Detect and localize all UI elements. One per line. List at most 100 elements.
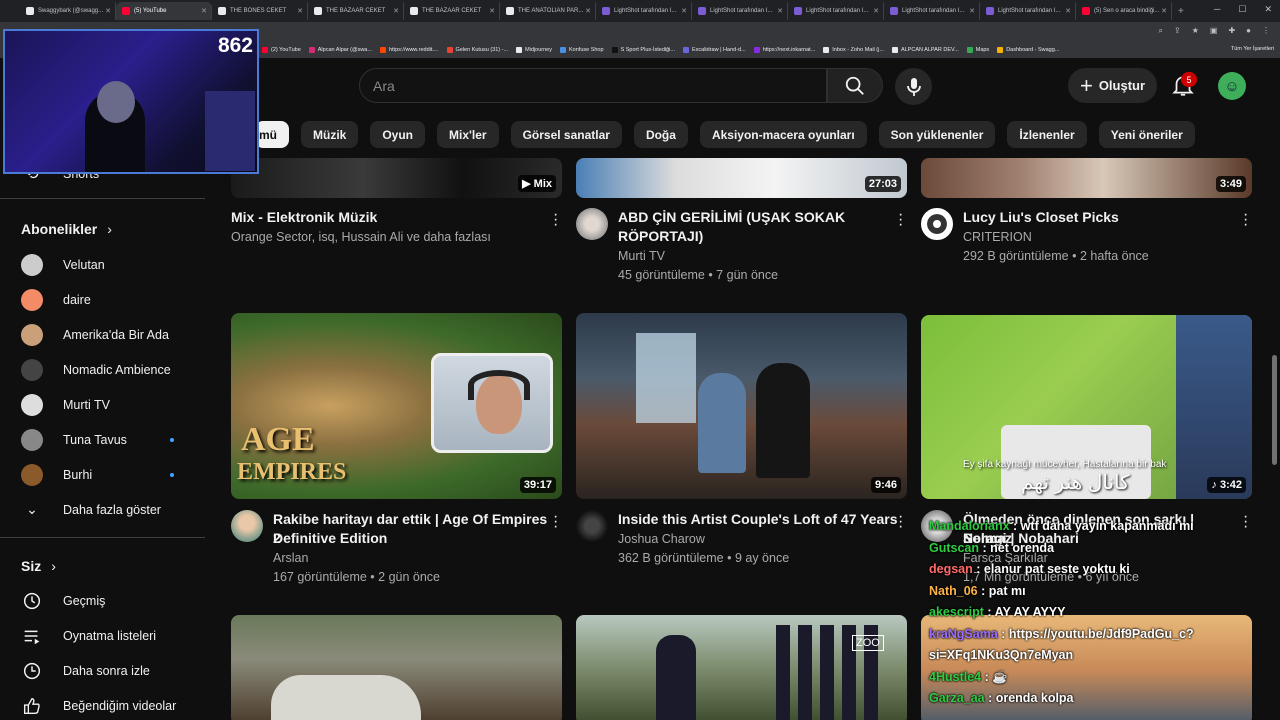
- browser-tab[interactable]: LightShot tarafından I... ✕: [788, 2, 884, 20]
- browser-tab[interactable]: THE BONES CEKET ✕: [212, 2, 308, 20]
- close-tab-icon[interactable]: ✕: [873, 7, 879, 15]
- close-tab-icon[interactable]: ✕: [681, 7, 687, 15]
- more-options-icon[interactable]: · · ·: [898, 207, 903, 233]
- sidebar-item-subscription[interactable]: Murti TV: [0, 387, 205, 422]
- channel-avatar[interactable]: [231, 510, 263, 542]
- create-button[interactable]: + Oluştur: [1068, 68, 1157, 103]
- close-window-icon[interactable]: ✕: [1264, 4, 1272, 15]
- you-heading[interactable]: Siz ›: [21, 558, 56, 574]
- close-tab-icon[interactable]: ✕: [1161, 7, 1167, 15]
- video-title[interactable]: Lucy Liu's Closet Picks: [963, 208, 1223, 227]
- bookmark-item[interactable]: Excalidraw | Hand-d...: [682, 47, 746, 53]
- video-thumbnail[interactable]: 9:46: [576, 313, 907, 499]
- video-channel[interactable]: Orange Sector, isq, Hussain Ali ve daha …: [231, 228, 551, 247]
- show-more-button[interactable]: ⌄ Daha fazla göster: [0, 492, 205, 527]
- new-tab-button[interactable]: +: [1178, 6, 1184, 17]
- video-thumbnail[interactable]: ZOO: [576, 615, 907, 720]
- video-channel[interactable]: Murti TV: [618, 247, 665, 266]
- close-tab-icon[interactable]: ✕: [489, 7, 495, 15]
- page-scrollbar[interactable]: [1272, 355, 1277, 465]
- bookmark-item[interactable]: Inbox - Zoho Mail (j...: [823, 47, 884, 53]
- sidebar-item-subscription[interactable]: daire: [0, 282, 205, 317]
- filter-chip[interactable]: Oyun: [370, 121, 426, 148]
- bookmark-item[interactable]: Dashboard - Swagg...: [997, 47, 1059, 53]
- close-tab-icon[interactable]: ✕: [201, 7, 207, 15]
- sidebar-item-subscription[interactable]: Tuna Tavus: [0, 422, 205, 457]
- maximize-icon[interactable]: ☐: [1238, 4, 1246, 15]
- close-tab-icon[interactable]: ✕: [969, 7, 975, 15]
- bookmark-item[interactable]: Maps: [966, 47, 989, 53]
- channel-avatar[interactable]: [921, 208, 953, 240]
- bookmark-item[interactable]: Gelen Kutusu (31) -...: [446, 47, 508, 53]
- video-title[interactable]: Inside this Artist Couple's Loft of 47 Y…: [618, 510, 898, 529]
- sidebar-item-playlists[interactable]: Oynatma listeleri: [0, 618, 205, 653]
- video-thumbnail[interactable]: AGE EMPIRES 39:17: [231, 313, 562, 499]
- video-title[interactable]: Mix - Elektronik Müzik: [231, 208, 531, 227]
- close-tab-icon[interactable]: ✕: [1065, 7, 1071, 15]
- all-bookmarks-link[interactable]: Tüm Yer İşaretleri: [1231, 46, 1274, 52]
- more-options-icon[interactable]: · · ·: [553, 207, 558, 233]
- bookmark-item[interactable]: S Sport Plus-İstediği...: [611, 47, 675, 53]
- video-thumbnail[interactable]: 3:49: [921, 158, 1252, 198]
- filter-chip[interactable]: Aksiyon-macera oyunları: [699, 121, 867, 148]
- more-options-icon[interactable]: · · ·: [898, 509, 903, 535]
- sidebar-item-watch-later[interactable]: Daha sonra izle: [0, 653, 205, 688]
- bookmark-item[interactable]: Midjourney: [516, 47, 552, 53]
- sidebar-item-history[interactable]: Geçmiş: [0, 583, 205, 618]
- profile-icon[interactable]: ●: [1246, 26, 1251, 36]
- close-tab-icon[interactable]: ✕: [585, 7, 591, 15]
- voice-search-button[interactable]: [895, 68, 932, 105]
- video-thumbnail[interactable]: Ey şifa kaynağı mücevher, Hastalarına bi…: [921, 315, 1252, 499]
- video-channel[interactable]: Joshua Charow: [618, 530, 705, 549]
- browser-tab[interactable]: THE BAZAAR CEKET ✕: [308, 2, 404, 20]
- browser-tab[interactable]: LightShot tarafından I... ✕: [884, 2, 980, 20]
- video-title-line2[interactable]: Definitive Edition: [273, 529, 553, 548]
- star-icon[interactable]: ★: [1192, 26, 1199, 36]
- bookmark-item[interactable]: Alpcan Alpar (@swa...: [308, 47, 372, 53]
- minimize-icon[interactable]: ─: [1214, 4, 1220, 15]
- filter-chip[interactable]: Doğa: [633, 121, 688, 148]
- more-options-icon[interactable]: · · ·: [553, 509, 558, 535]
- bookmark-item[interactable]: https://www.reddit....: [379, 47, 439, 53]
- close-tab-icon[interactable]: ✕: [777, 7, 783, 15]
- filter-chip[interactable]: Son yüklenenler: [878, 121, 996, 148]
- zoom-icon[interactable]: ⌕: [1159, 26, 1163, 36]
- menu-icon[interactable]: ⋮: [1262, 26, 1270, 36]
- filter-chip[interactable]: İzlenenler: [1007, 121, 1087, 148]
- account-avatar[interactable]: ☺: [1218, 72, 1246, 100]
- search-button[interactable]: [827, 68, 883, 103]
- sidebar-item-subscription[interactable]: Nomadic Ambience: [0, 352, 205, 387]
- browser-tab[interactable]: THE ANATOLIAN PAR... ✕: [500, 2, 596, 20]
- video-thumbnail[interactable]: [231, 615, 562, 720]
- channel-avatar[interactable]: [576, 208, 608, 240]
- extension-icon[interactable]: ▣: [1210, 26, 1218, 36]
- video-channel[interactable]: Arslan: [273, 549, 308, 568]
- browser-tab[interactable]: LightShot tarafından I... ✕: [980, 2, 1076, 20]
- bookmark-item[interactable]: ALPCAN ALPAR DEV...: [891, 47, 959, 53]
- browser-tab[interactable]: LightShot tarafından I... ✕: [596, 2, 692, 20]
- sidebar-item-liked-videos[interactable]: Beğendiğim videolar: [0, 688, 205, 720]
- sidebar-item-subscription[interactable]: Velutan: [0, 247, 205, 282]
- video-channel[interactable]: CRITERION: [963, 228, 1032, 247]
- browser-tab[interactable]: Swaggybark (@swagg... ✕: [20, 2, 116, 20]
- tab-active[interactable]: (5) YouTube ✕: [116, 2, 212, 20]
- puzzle-icon[interactable]: ✚: [1228, 26, 1235, 36]
- bookmark-item[interactable]: Konfuse Shop: [560, 47, 604, 53]
- subscriptions-heading[interactable]: Abonelikler ›: [21, 221, 112, 237]
- filter-chip[interactable]: mü: [255, 121, 289, 148]
- channel-avatar[interactable]: [576, 510, 608, 542]
- video-thumbnail[interactable]: 27:03: [576, 158, 907, 198]
- browser-tab[interactable]: LightShot tarafından I... ✕: [692, 2, 788, 20]
- bookmark-item[interactable]: (2) YouTube: [262, 47, 301, 53]
- share-icon[interactable]: ⇪: [1174, 26, 1181, 36]
- filter-chip[interactable]: Yeni öneriler: [1098, 121, 1195, 148]
- sidebar-item-subscription[interactable]: Amerika'da Bir Ada: [0, 317, 205, 352]
- video-thumbnail[interactable]: ▶ Mix: [231, 158, 562, 198]
- browser-tab[interactable]: THE BAZAAR CEKET ✕: [404, 2, 500, 20]
- bookmark-item[interactable]: https://next.inkarnat...: [753, 47, 815, 53]
- browser-tab[interactable]: (5) Sen o araca bindiği... ✕: [1076, 2, 1172, 20]
- close-tab-icon[interactable]: ✕: [393, 7, 399, 15]
- video-title-line2[interactable]: RÖPORTAJI): [618, 227, 878, 246]
- close-tab-icon[interactable]: ✕: [105, 7, 111, 15]
- sidebar-item-subscription[interactable]: Burhi: [0, 457, 205, 492]
